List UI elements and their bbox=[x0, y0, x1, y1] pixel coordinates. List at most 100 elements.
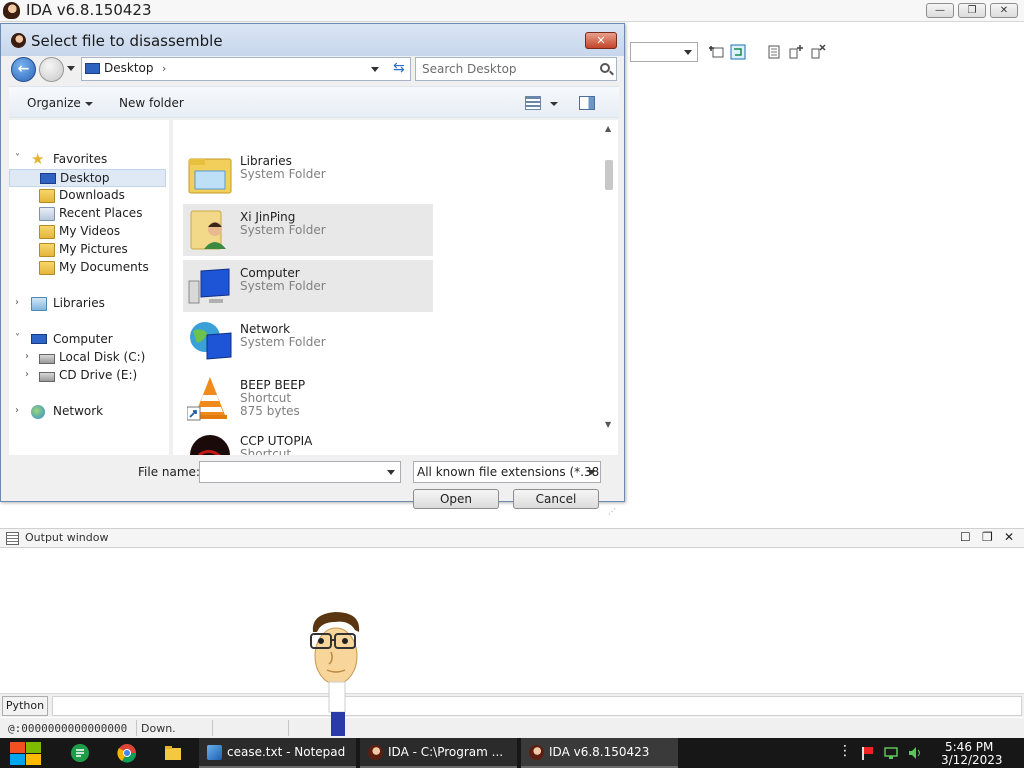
open-button[interactable]: Open bbox=[413, 489, 499, 509]
python-command-input[interactable] bbox=[52, 696, 1022, 716]
taskbar-item-ida-program[interactable]: IDA - C:\Program ... bbox=[360, 738, 517, 768]
organize-button[interactable]: Organize bbox=[27, 96, 93, 110]
collapse-icon[interactable]: ˅ bbox=[15, 333, 20, 344]
tree-item-cd-drive[interactable]: › CD Drive (E:) bbox=[23, 367, 163, 385]
overflow-icon[interactable]: ⋮ bbox=[838, 743, 852, 759]
flag-icon[interactable] bbox=[860, 746, 874, 760]
file-explorer-icon[interactable] bbox=[163, 743, 183, 763]
tree-item-my-videos[interactable]: My Videos bbox=[9, 223, 166, 241]
scrollbar-thumb[interactable] bbox=[605, 160, 613, 190]
tree-item-computer[interactable]: ˅ Computer bbox=[13, 331, 163, 349]
file-item-computer[interactable]: Computer System Folder bbox=[183, 260, 433, 312]
python-button[interactable]: Python bbox=[2, 696, 48, 716]
minimize-button[interactable]: — bbox=[926, 3, 954, 18]
tree-item-network[interactable]: › Network bbox=[13, 403, 163, 421]
tree-label: My Documents bbox=[59, 260, 149, 274]
address-text[interactable]: Desktop bbox=[104, 61, 154, 75]
chevron-down-icon[interactable] bbox=[550, 102, 558, 106]
file-type: Shortcut bbox=[240, 391, 292, 405]
taskbar-item-label: IDA - C:\Program ... bbox=[388, 745, 504, 759]
file-type-filter[interactable]: All known file extensions (*.38 bbox=[413, 461, 601, 483]
command-bar: Organize New folder bbox=[9, 86, 619, 118]
libraries-icon bbox=[31, 297, 47, 311]
search-box[interactable] bbox=[415, 57, 617, 81]
tree-label: CD Drive (E:) bbox=[59, 368, 138, 382]
volume-icon[interactable] bbox=[908, 746, 922, 760]
output-window-body[interactable] bbox=[0, 549, 1024, 692]
tree-item-favorites[interactable]: ˅ ★ Favorites bbox=[13, 151, 163, 169]
chevron-down-icon[interactable] bbox=[387, 470, 395, 475]
tree-item-desktop[interactable]: Desktop bbox=[9, 169, 166, 187]
cd-drive-icon bbox=[39, 372, 55, 382]
clock-time[interactable]: 5:46 PM bbox=[945, 740, 993, 754]
window-title: IDA v6.8.150423 bbox=[26, 1, 152, 19]
computer-icon bbox=[188, 268, 230, 304]
file-item-ccp-utopia[interactable]: CCP UTOPIA Shortcut bbox=[183, 428, 433, 455]
file-item-beep-beep[interactable]: BEEP BEEP Shortcut 875 bytes bbox=[183, 372, 433, 424]
chevron-right-icon[interactable]: › bbox=[162, 62, 166, 75]
new-folder-button[interactable]: New folder bbox=[119, 96, 184, 110]
status-divider bbox=[136, 720, 137, 736]
expand-icon[interactable]: › bbox=[25, 369, 29, 380]
cancel-button[interactable]: Cancel bbox=[513, 489, 599, 509]
close-window-button[interactable]: ✕ bbox=[990, 3, 1018, 18]
file-name-input[interactable] bbox=[199, 461, 401, 483]
sheets-app-icon[interactable] bbox=[70, 743, 90, 763]
dialog-close-button[interactable]: ✕ bbox=[585, 32, 617, 49]
start-button[interactable] bbox=[8, 741, 42, 767]
document-icon[interactable] bbox=[766, 44, 782, 60]
file-name: Network bbox=[240, 322, 291, 336]
link-icon[interactable] bbox=[708, 44, 724, 60]
preview-pane-icon[interactable] bbox=[579, 96, 595, 110]
expand-icon[interactable]: › bbox=[25, 351, 29, 362]
tree-item-local-disk[interactable]: › Local Disk (C:) bbox=[23, 349, 163, 367]
search-input[interactable] bbox=[422, 61, 592, 77]
toolbar-dropdown[interactable] bbox=[630, 42, 698, 62]
forward-button[interactable] bbox=[39, 57, 64, 82]
restore-icon[interactable]: ❐ bbox=[982, 530, 993, 544]
file-item-network[interactable]: Network System Folder bbox=[183, 316, 433, 368]
close-icon[interactable]: ✕ bbox=[1004, 530, 1014, 544]
tree-item-my-pictures[interactable]: My Pictures bbox=[9, 241, 166, 259]
expand-icon[interactable]: › bbox=[15, 405, 19, 416]
refresh-code-icon[interactable] bbox=[730, 44, 746, 60]
clock-date[interactable]: 3/12/2023 bbox=[941, 753, 1003, 767]
back-button[interactable]: ← bbox=[11, 57, 36, 82]
star-icon: ★ bbox=[31, 150, 45, 168]
shortcut-icon bbox=[190, 435, 230, 455]
file-list-scrollbar[interactable] bbox=[602, 150, 616, 455]
tree-item-recent-places[interactable]: Recent Places bbox=[9, 205, 166, 223]
chrome-icon[interactable] bbox=[117, 743, 137, 763]
output-window-icon bbox=[6, 532, 19, 545]
address-dropdown-icon[interactable] bbox=[371, 67, 379, 72]
network-tray-icon[interactable] bbox=[884, 746, 898, 760]
organize-label: Organize bbox=[27, 96, 81, 110]
navigation-pane: ˅ ★ Favorites Desktop Downloads Recent P… bbox=[9, 120, 169, 455]
file-type: System Folder bbox=[240, 167, 326, 181]
taskbar: cease.txt - Notepad IDA - C:\Program ...… bbox=[0, 738, 1024, 768]
tree-item-downloads[interactable]: Downloads bbox=[9, 187, 166, 205]
collapse-icon[interactable]: ˅ bbox=[15, 153, 20, 164]
restore-button[interactable]: ❐ bbox=[958, 3, 986, 18]
address-bar[interactable]: Desktop › ⇆ bbox=[81, 57, 411, 81]
delete-node-icon[interactable] bbox=[810, 44, 826, 60]
status-divider bbox=[288, 720, 289, 736]
history-dropdown-icon[interactable] bbox=[67, 66, 75, 71]
scroll-up-icon[interactable]: ▲ bbox=[605, 124, 611, 133]
file-item-libraries[interactable]: Libraries System Folder bbox=[183, 148, 433, 200]
view-options-icon[interactable] bbox=[525, 96, 541, 110]
expand-icon[interactable]: › bbox=[15, 297, 19, 308]
search-icon[interactable] bbox=[600, 63, 610, 73]
add-node-icon[interactable] bbox=[788, 44, 804, 60]
resize-grip-icon[interactable]: ⋰ bbox=[608, 507, 616, 516]
chevron-down-icon[interactable] bbox=[587, 470, 595, 475]
file-item-xi-jinping[interactable]: Xi JinPing System Folder bbox=[183, 204, 433, 256]
tree-item-libraries[interactable]: › Libraries bbox=[13, 295, 163, 313]
taskbar-item-ida-main[interactable]: IDA v6.8.150423 bbox=[521, 738, 678, 768]
maximize-icon[interactable]: ☐ bbox=[960, 530, 971, 544]
scroll-down-icon[interactable]: ▼ bbox=[605, 420, 611, 429]
refresh-icon[interactable]: ⇆ bbox=[393, 60, 405, 76]
taskbar-item-notepad[interactable]: cease.txt - Notepad bbox=[199, 738, 356, 768]
folder-icon bbox=[39, 225, 55, 239]
tree-item-my-documents[interactable]: My Documents bbox=[9, 259, 166, 277]
